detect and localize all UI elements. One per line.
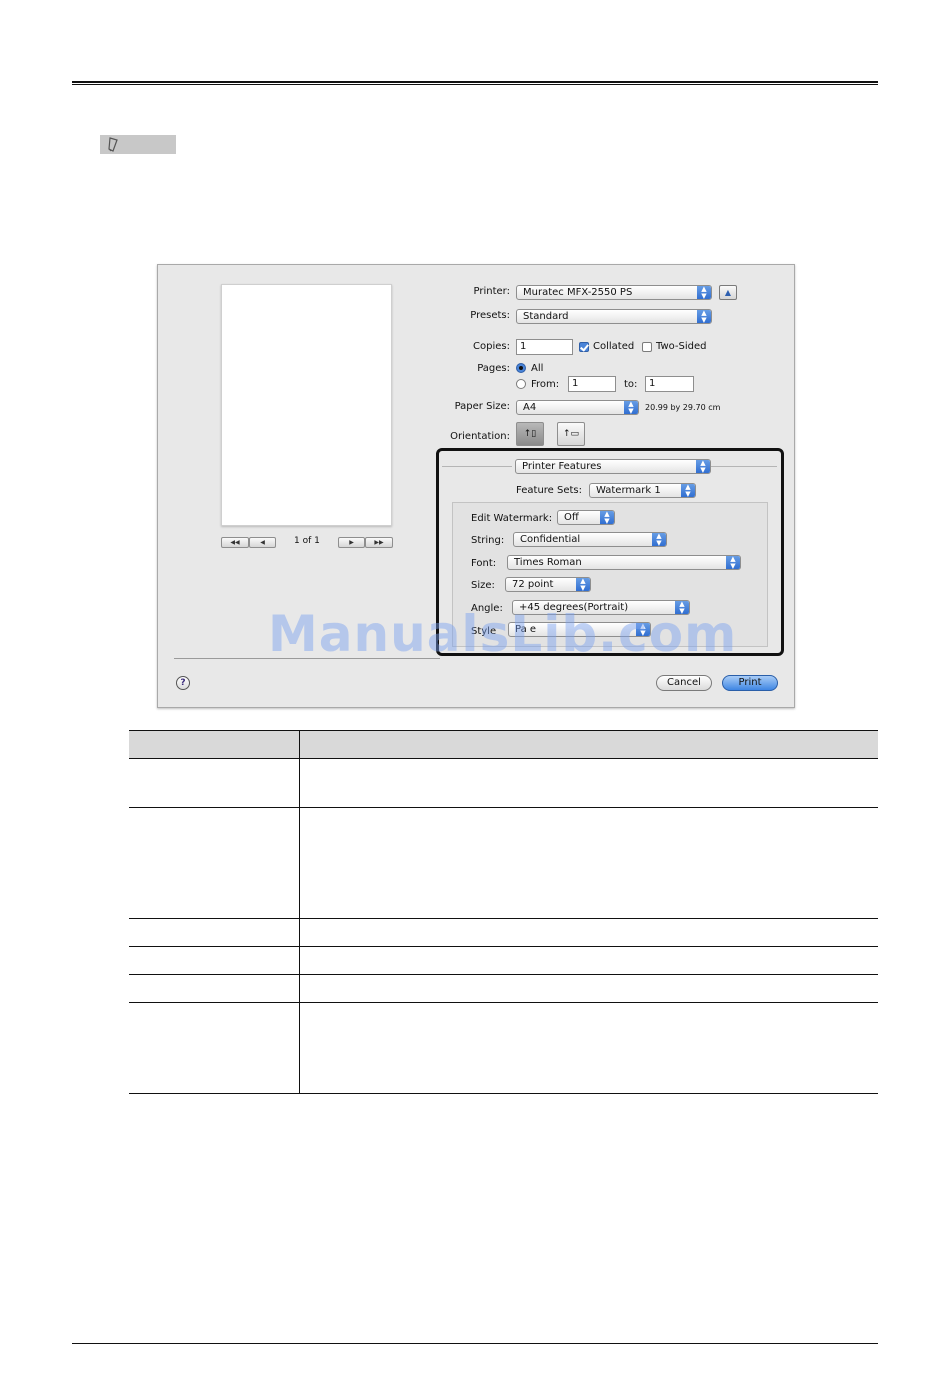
cancel-button[interactable]: Cancel [656,675,712,691]
paper-size-value: A4 [523,402,537,413]
table-cell [129,1002,300,1094]
string-popup[interactable]: Confidential ▲ ▼ [513,532,667,547]
pages-label: Pages: [477,363,510,374]
size-label: Size: [471,580,495,591]
first-page-button[interactable]: ◀◀ [221,537,249,548]
orientation-label: Orientation: [450,431,510,442]
pages-all-label: All [531,363,544,374]
size-popup[interactable]: 72 point ▲ ▼ [505,577,591,592]
popup-arrows-icon: ▲ ▼ [726,556,740,569]
pages-from-field[interactable]: 1 [568,376,616,392]
pencil-note-icon [108,137,118,152]
popup-arrows-icon: ▲ ▼ [600,511,614,524]
pages-to-label: to: [624,379,638,390]
edit-watermark-popup[interactable]: Off ▲ ▼ [557,510,615,525]
table-cell [129,946,300,975]
popup-arrows-icon: ▲ ▼ [624,401,638,414]
copies-field[interactable]: 1 [516,339,573,355]
page-preview [221,284,392,526]
string-value: Confidential [520,534,581,545]
collated-label: Collated [593,341,635,352]
font-label: Font: [471,558,497,569]
table-cell [299,974,878,1003]
two-sided-label: Two-Sided [656,341,707,352]
popup-arrows-icon: ▲ ▼ [681,484,695,497]
site-watermark: ManualsLib.com [268,605,738,663]
popup-arrows-icon: ▲ ▼ [696,460,710,473]
paper-dimensions: 20.99 by 29.70 cm [645,403,721,412]
landscape-icon[interactable]: ↑▭ [557,422,585,446]
pages-from-radio[interactable] [516,379,526,389]
printer-label: Printer: [473,286,510,297]
edit-watermark-label: Edit Watermark: [471,513,553,524]
table-cell [129,807,300,919]
two-sided-checkbox[interactable] [642,342,652,352]
table-header-cell [129,730,300,759]
font-popup[interactable]: Times Roman ▲ ▼ [507,555,741,570]
copies-label: Copies: [473,341,510,352]
popup-arrows-icon: ▲ ▼ [652,533,666,546]
page-indicator: 1 of 1 [294,536,320,546]
table-cell [299,807,878,919]
table-cell [299,946,878,975]
section-popup-value: Printer Features [522,461,602,472]
table-header-row [129,730,878,759]
help-icon[interactable]: ? [176,676,190,690]
presets-popup[interactable]: Standard ▲ ▼ [516,309,712,324]
section-popup[interactable]: Printer Features ▲ ▼ [515,459,711,474]
top-rule [72,81,878,85]
table-cell [299,758,878,808]
size-value: 72 point [512,579,554,590]
print-button[interactable]: Print [722,675,778,691]
pages-from-label: From: [531,379,560,390]
next-page-button[interactable]: ▶ [338,537,365,548]
parameter-table [129,730,878,1094]
table-row [129,807,878,919]
popup-arrows-icon: ▲ ▼ [697,286,711,299]
table-row [129,974,878,1003]
prev-page-button[interactable]: ◀ [249,537,276,548]
table-cell [299,918,878,947]
table-row [129,946,878,975]
table-row [129,918,878,947]
feature-sets-popup[interactable]: Watermark 1 ▲ ▼ [589,483,696,498]
table-cell [299,1002,878,1094]
feature-sets-label: Feature Sets: [516,485,582,496]
table-row [129,1002,878,1094]
table-cell [129,758,300,808]
table-header-cell [299,730,878,759]
bottom-rule [72,1343,878,1344]
string-label: String: [471,535,505,546]
paper-size-label: Paper Size: [454,401,510,412]
popup-arrows-icon: ▲ ▼ [576,578,590,591]
feature-sets-value: Watermark 1 [596,485,661,496]
table-row [129,758,878,808]
printer-value: Muratec MFX-2550 PS [523,287,633,298]
pages-all-radio[interactable] [516,363,526,373]
table-cell [129,974,300,1003]
pages-to-field[interactable]: 1 [645,376,694,392]
presets-value: Standard [523,311,569,322]
printer-popup[interactable]: Muratec MFX-2550 PS ▲ ▼ [516,285,712,300]
collated-checkbox[interactable] [579,342,589,352]
portrait-icon[interactable]: ↑▯ [516,422,544,446]
table-cell [129,918,300,947]
popup-arrows-icon: ▲ ▼ [697,310,711,323]
paper-size-popup[interactable]: A4 ▲ ▼ [516,400,639,415]
presets-label: Presets: [470,310,510,321]
triangle-up-icon[interactable]: ▲ [719,285,737,300]
edit-watermark-value: Off [564,512,579,523]
last-page-button[interactable]: ▶▶ [365,537,393,548]
note-tag [100,135,176,154]
font-value: Times Roman [514,557,582,568]
